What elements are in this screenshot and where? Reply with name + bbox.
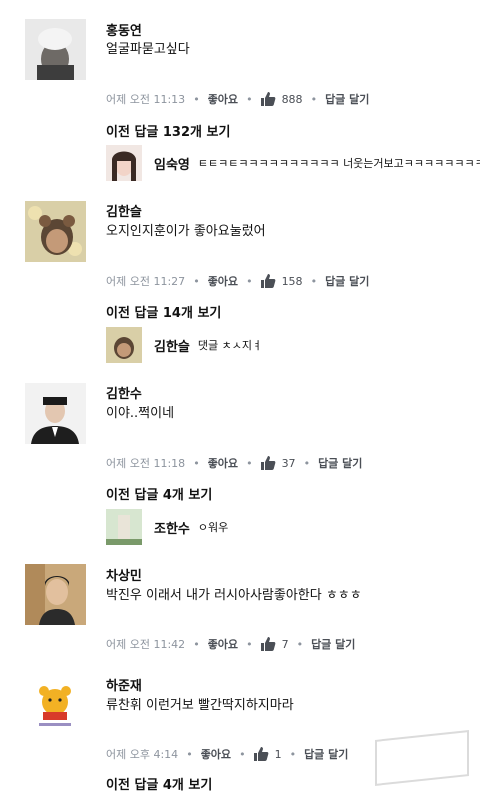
reply-button[interactable]: 답글 달기	[311, 636, 355, 652]
separator-dot: •	[303, 456, 311, 470]
comment-text: 이야..쩍이네	[106, 406, 175, 421]
separator-dot: •	[193, 637, 200, 651]
avatar[interactable]	[25, 564, 86, 625]
thumbs-up-icon[interactable]	[260, 456, 276, 470]
separator-dot: •	[239, 747, 246, 761]
commenter-name[interactable]: 하준재	[106, 675, 142, 694]
reply-text: ㅌㅌㅋㅌㅋㅋㅋㅋㅋㅋㅋㅋㅋㅋ 너웃는거보고ㅋㅋㅋㅋㅋㅋㅋㅋ	[197, 157, 480, 170]
separator-dot: •	[246, 274, 253, 288]
timestamp: 어제 오전 11:42	[106, 638, 186, 651]
like-count: 1	[274, 747, 282, 761]
like-button[interactable]: 좋아요	[208, 455, 238, 471]
like-count: 37	[281, 456, 296, 470]
timestamp: 어제 오전 11:27	[106, 275, 186, 288]
comment-meta: 어제 오전 11:42 • 좋아요 • 7 • 답글 달기	[106, 636, 355, 652]
comment-meta: 어제 오후 4:14 • 좋아요 • 1 • 답글 달기	[106, 746, 348, 762]
thumbs-up-icon[interactable]	[260, 92, 276, 106]
separator-dot: •	[246, 637, 253, 651]
comment-meta: 어제 오전 11:18 • 좋아요 • 37 • 답글 달기	[106, 455, 362, 471]
timestamp: 어제 오후 4:14	[106, 748, 179, 761]
view-previous-replies[interactable]: 이전 답글 14개 보기	[106, 302, 221, 321]
comment-meta: 어제 오전 11:27 • 좋아요 • 158 • 답글 달기	[106, 273, 369, 289]
reply-avatar[interactable]	[106, 145, 142, 181]
separator-dot: •	[193, 274, 200, 288]
separator-dot: •	[289, 747, 297, 761]
timestamp: 어제 오전 11:13	[106, 93, 186, 106]
separator-dot: •	[193, 456, 200, 470]
reply-avatar[interactable]	[106, 509, 142, 545]
reply-item: 임숙영 ㅌㅌㅋㅌㅋㅋㅋㅋㅋㅋㅋㅋㅋㅋ 너웃는거보고ㅋㅋㅋㅋㅋㅋㅋㅋ	[106, 145, 480, 181]
separator-dot: •	[246, 92, 253, 106]
like-button[interactable]: 좋아요	[201, 746, 231, 762]
view-previous-replies[interactable]: 이전 답글 4개 보기	[106, 484, 212, 503]
reply-avatar[interactable]	[106, 327, 142, 363]
commenter-name[interactable]: 김한슬	[106, 201, 142, 220]
reply-button[interactable]: 답글 달기	[318, 455, 362, 471]
comment-text: 류찬휘 이런거보 빨간딱지하지마라	[106, 698, 294, 713]
separator-dot: •	[193, 92, 200, 106]
like-button[interactable]: 좋아요	[208, 273, 238, 289]
reply-name[interactable]: 조한수	[154, 518, 190, 537]
commenter-name[interactable]: 차상민	[106, 565, 142, 584]
avatar[interactable]	[25, 201, 86, 262]
commenter-name[interactable]: 김한수	[106, 383, 142, 402]
separator-dot: •	[310, 92, 318, 106]
thumbs-up-icon[interactable]	[260, 274, 276, 288]
separator-dot: •	[310, 274, 318, 288]
separator-dot: •	[186, 747, 193, 761]
commenter-name[interactable]: 홍동연	[106, 20, 142, 39]
like-count: 158	[281, 274, 303, 288]
avatar[interactable]	[25, 19, 86, 80]
like-count: 888	[281, 92, 303, 106]
avatar[interactable]	[25, 383, 86, 444]
thumbs-up-icon[interactable]	[253, 747, 269, 761]
reply-item: 조한수 ㅇ워우	[106, 509, 228, 545]
reply-text: 댓글 ㅊㅅ지ㅕ	[197, 339, 263, 352]
reply-text: ㅇ워우	[197, 521, 229, 534]
avatar[interactable]	[25, 675, 86, 736]
watermark-logo	[375, 730, 469, 786]
like-button[interactable]: 좋아요	[208, 636, 238, 652]
view-previous-replies[interactable]: 이전 답글 4개 보기	[106, 774, 212, 793]
comment-text: 박진우 이래서 내가 러시아사람좋아한다 ㅎㅎㅎ	[106, 588, 362, 603]
comment-meta: 어제 오전 11:13 • 좋아요 • 888 • 답글 달기	[106, 91, 369, 107]
reply-name[interactable]: 김한슬	[154, 336, 190, 355]
comment-text: 오지인지훈이가 좋아요눌렀어	[106, 224, 266, 239]
like-button[interactable]: 좋아요	[208, 91, 238, 107]
like-count: 7	[281, 637, 289, 651]
reply-button[interactable]: 답글 달기	[325, 273, 369, 289]
reply-button[interactable]: 답글 달기	[304, 746, 348, 762]
reply-item: 김한슬 댓글 ㅊㅅ지ㅕ	[106, 327, 262, 363]
reply-button[interactable]: 답글 달기	[325, 91, 369, 107]
comment-text: 얼굴파묻고싶다	[106, 42, 190, 57]
thumbs-up-icon[interactable]	[260, 637, 276, 651]
separator-dot: •	[296, 637, 304, 651]
reply-name[interactable]: 임숙영	[154, 154, 190, 173]
timestamp: 어제 오전 11:18	[106, 457, 186, 470]
separator-dot: •	[246, 456, 253, 470]
view-previous-replies[interactable]: 이전 답글 132개 보기	[106, 121, 230, 140]
